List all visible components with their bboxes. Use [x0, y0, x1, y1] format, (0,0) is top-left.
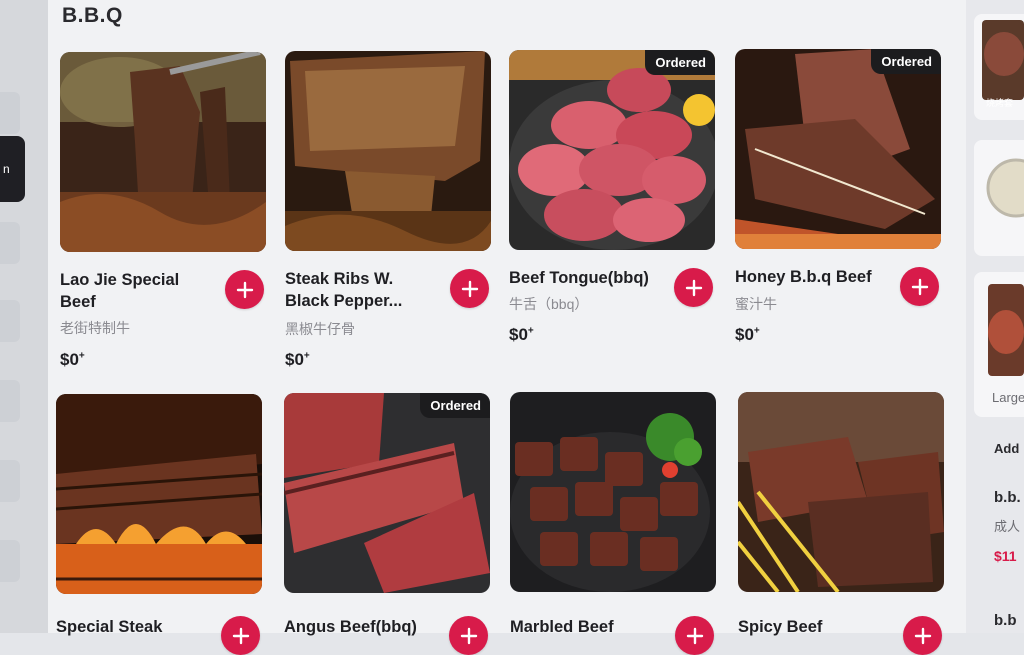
side-item-tiny-label: 烧烤套: [986, 98, 1014, 108]
side-item-card[interactable]: Large: [974, 272, 1024, 417]
category-tab-label: n: [3, 162, 10, 176]
add-to-order-button[interactable]: [225, 270, 264, 309]
side-item-name-2: b.b: [994, 612, 1017, 629]
size-option-label: Large: [992, 390, 1024, 405]
side-item-chinese-name: 成人: [994, 519, 1021, 534]
price-value: $0: [285, 350, 304, 369]
plus-icon: [914, 627, 931, 644]
price-suffix: +: [527, 325, 534, 337]
side-item-photo: [986, 158, 1024, 218]
nav-tab-placeholder[interactable]: [0, 92, 20, 134]
plus-icon: [911, 278, 928, 295]
side-item-card[interactable]: [974, 140, 1024, 256]
plus-icon: [236, 281, 253, 298]
nav-tab-placeholder[interactable]: [0, 222, 20, 264]
nav-tab-placeholder[interactable]: [0, 460, 20, 502]
plus-icon: [461, 280, 478, 297]
ordered-badge: Ordered: [871, 49, 941, 74]
item-price: $0+: [509, 325, 534, 345]
side-item-photo: [988, 284, 1024, 376]
item-chinese-name: 蜜汁牛: [735, 296, 777, 312]
food-photo[interactable]: [510, 392, 716, 592]
item-price: $0+: [60, 350, 85, 370]
price-value: $0: [60, 350, 79, 369]
item-name: Beef Tongue(bbq): [509, 269, 649, 287]
item-name: Lao Jie Special Beef: [60, 271, 180, 311]
menu-item-card[interactable]: Ordered Beef Tongue(bbq) 牛舌（bbq） $0+: [509, 50, 715, 344]
side-item-name: b.b.: [994, 489, 1021, 506]
menu-item-card[interactable]: Lao Jie Special Beef 老街特制牛 $0+: [60, 52, 266, 369]
active-category-tab[interactable]: n: [0, 136, 25, 202]
item-name: Angus Beef(bbq): [284, 618, 417, 636]
section-title: B.B.Q: [62, 4, 123, 27]
price-value: $0: [735, 325, 754, 344]
price-suffix: +: [78, 350, 85, 362]
food-photo[interactable]: [56, 394, 262, 594]
ordered-badge: Ordered: [645, 50, 715, 75]
nav-tab-placeholder[interactable]: [0, 540, 20, 582]
add-to-order-button[interactable]: [449, 616, 488, 655]
food-photo[interactable]: [60, 52, 266, 252]
food-photo[interactable]: [738, 392, 944, 592]
plus-icon: [686, 627, 703, 644]
plus-icon: [232, 627, 249, 644]
item-price: $0+: [735, 325, 760, 345]
menu-item-card[interactable]: Special Steak: [56, 394, 262, 655]
side-item-card[interactable]: 烧烤套: [974, 14, 1024, 120]
menu-item-card[interactable]: Steak Ribs W. Black Pepper... 黑椒牛仔骨 $0+: [285, 51, 491, 369]
add-to-order-button[interactable]: [450, 269, 489, 308]
menu-item-card[interactable]: Ordered Honey B.b.q Beef 蜜汁牛 $0+: [735, 49, 941, 344]
add-to-order-button[interactable]: [903, 616, 942, 655]
item-name: Steak Ribs W. Black Pepper...: [285, 270, 403, 310]
menu-item-card[interactable]: Ordered Angus Beef(bbq): [284, 393, 490, 655]
add-on-label: Add: [994, 441, 1020, 456]
food-photo[interactable]: [285, 51, 491, 251]
right-panel: 烧烤套 Large Add b.b. 成人 $11 b.b: [966, 0, 1024, 633]
item-chinese-name: 黑椒牛仔骨: [285, 321, 355, 337]
food-photo[interactable]: Ordered: [509, 50, 715, 250]
food-photo[interactable]: Ordered: [735, 49, 941, 249]
price-value: $0: [509, 325, 528, 344]
item-name: Spicy Beef: [738, 618, 823, 636]
nav-tab-placeholder[interactable]: [0, 380, 20, 422]
ordered-badge: Ordered: [420, 393, 490, 418]
item-chinese-name: 老街特制牛: [60, 320, 130, 336]
plus-icon: [460, 627, 477, 644]
food-photo[interactable]: Ordered: [284, 393, 490, 593]
add-to-order-button[interactable]: [674, 268, 713, 307]
item-price: $0+: [285, 350, 310, 370]
add-to-order-button[interactable]: [900, 267, 939, 306]
price-suffix: +: [303, 350, 310, 362]
plus-icon: [685, 279, 702, 296]
nav-tab-placeholder[interactable]: [0, 300, 20, 342]
menu-item-card[interactable]: Spicy Beef: [738, 392, 944, 655]
item-name: Special Steak: [56, 618, 163, 636]
item-name: Marbled Beef: [510, 618, 614, 636]
menu-item-card[interactable]: Marbled Beef: [510, 392, 716, 655]
add-to-order-button[interactable]: [221, 616, 260, 655]
side-item-price: $11: [994, 548, 1017, 564]
price-suffix: +: [753, 325, 760, 337]
item-chinese-name: 牛舌（bbq）: [509, 296, 589, 312]
add-to-order-button[interactable]: [675, 616, 714, 655]
item-name: Honey B.b.q Beef: [735, 268, 872, 286]
